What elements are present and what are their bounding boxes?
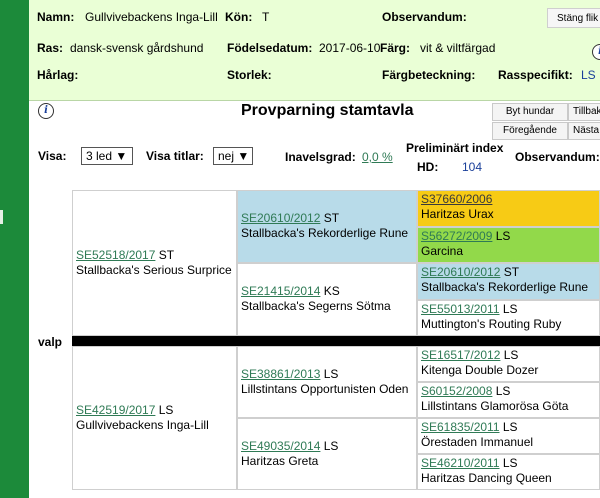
- breed-specific-label: Rasspecifikt:: [498, 68, 573, 82]
- g3-5-reg-link[interactable]: SE16517/2012: [421, 348, 500, 362]
- generations-select[interactable]: 3 led ▼: [81, 147, 133, 165]
- dam-reg-link[interactable]: SE42519/2017: [76, 403, 155, 417]
- previous-button[interactable]: Föregående: [492, 122, 568, 140]
- observandum-label: Observandum:: [382, 10, 467, 24]
- pedigree-gen3-5: SE16517/2012 LS Kitenga Double Dozer: [417, 346, 600, 382]
- g3-2-reg-link[interactable]: S56272/2009: [421, 229, 492, 243]
- breed-label: Ras:: [37, 41, 64, 55]
- pedigree-sire-sire: SE20610/2012 ST Stallbacka's Rekorderlig…: [237, 190, 417, 263]
- breed-value: dansk-svensk gårdshund: [70, 41, 204, 55]
- hd-label: HD:: [417, 160, 439, 174]
- help-info-icon[interactable]: i: [38, 103, 54, 119]
- close-tab-button[interactable]: Stäng flik: [547, 8, 600, 28]
- dd-title: LS: [320, 439, 339, 453]
- g3-2-title: LS: [492, 229, 511, 243]
- dd-name: Haritzas Greta: [241, 454, 319, 468]
- pedigree-dam-dam: SE49035/2014 LS Haritzas Greta: [237, 418, 417, 490]
- visa-label: Visa:: [38, 149, 67, 163]
- subject-label: valp: [38, 335, 63, 349]
- g3-8-reg-link[interactable]: SE46210/2011: [421, 456, 500, 470]
- page-title: Provparning stamtavla: [241, 102, 414, 119]
- g3-1-reg-link[interactable]: S37660/2006: [421, 192, 492, 206]
- g3-4-name: Muttington's Routing Ruby: [421, 317, 562, 331]
- name-value: Gullvivebackens Inga-Lill: [85, 10, 218, 24]
- sd-name: Stallbacka's Segerns Sötma: [241, 299, 391, 313]
- pedigree-sire: SE52518/2017 ST Stallbacka's Serious Sur…: [72, 190, 237, 336]
- info-icon[interactable]: i: [592, 44, 600, 60]
- birth-value: 2017-06-10: [319, 41, 381, 55]
- pedigree-gen3-8: SE46210/2011 LS Haritzas Dancing Queen: [417, 454, 600, 490]
- pedigree-gen3-3: SE20610/2012 ST Stallbacka's Rekorderlig…: [417, 263, 600, 300]
- g3-6-reg-link[interactable]: S60152/2008: [421, 384, 492, 398]
- pedigree-dam: SE42519/2017 LS Gullvivebackens Inga-Lil…: [72, 346, 237, 490]
- ds-title: LS: [320, 367, 339, 381]
- g3-1-name: Haritzas Urax: [421, 207, 494, 221]
- size-label: Storlek:: [227, 68, 272, 82]
- g3-8-title: LS: [499, 456, 518, 470]
- observandum-label-2: Observandum:: [515, 150, 600, 164]
- g3-3-reg-link[interactable]: SE20610/2012: [421, 265, 500, 279]
- ds-name: Lillstintans Opportunisten Oden: [241, 382, 409, 396]
- ss-reg-link[interactable]: SE20610/2012: [241, 211, 320, 225]
- ss-title: ST: [320, 211, 340, 225]
- pedigree-gen3-2: S56272/2009 LS Garcina: [417, 227, 600, 263]
- sidebar-marker: [0, 210, 3, 224]
- g3-8-name: Haritzas Dancing Queen: [421, 471, 552, 485]
- g3-6-title: LS: [492, 384, 511, 398]
- g3-6-name: Lillstintans Glamorösa Göta: [421, 399, 569, 413]
- inbreeding-link[interactable]: 0,0 %: [362, 150, 393, 164]
- show-titles-select[interactable]: nej ▼: [213, 147, 253, 165]
- pedigree-gen3-6: S60152/2008 LS Lillstintans Glamorösa Gö…: [417, 382, 600, 418]
- hd-value: 104: [462, 160, 483, 174]
- g3-3-title: ST: [500, 265, 520, 279]
- sire-title: ST: [155, 248, 175, 262]
- sire-reg-link[interactable]: SE52518/2017: [76, 248, 155, 262]
- dog-info-panel: Namn: Gullvivebackens Inga-Lill Kön: T O…: [29, 0, 600, 101]
- ds-reg-link[interactable]: SE38861/2013: [241, 367, 320, 381]
- breed-specific-value: LS: [581, 68, 596, 82]
- show-titles-label: Visa titlar:: [146, 149, 204, 163]
- dam-title: LS: [155, 403, 174, 417]
- pedigree-dam-sire: SE38861/2013 LS Lillstintans Opportunist…: [237, 346, 417, 418]
- inbreeding-label: Inavelsgrad:: [285, 150, 356, 164]
- g3-5-title: LS: [500, 348, 519, 362]
- next-button[interactable]: Nästa: [568, 122, 600, 140]
- g3-5-name: Kitenga Double Dozer: [421, 363, 539, 377]
- g3-7-reg-link[interactable]: SE61835/2011: [421, 420, 500, 434]
- pedigree-gen3-4: SE55013/2011 LS Muttington's Routing Rub…: [417, 300, 600, 336]
- change-dogs-button[interactable]: Byt hundar: [492, 103, 568, 121]
- birth-label: Födelsedatum:: [227, 41, 313, 55]
- pedigree-gen3-7: SE61835/2011 LS Örestaden Immanuel: [417, 418, 600, 454]
- pedigree-sire-dam: SE21415/2014 KS Stallbacka's Segerns Söt…: [237, 263, 417, 336]
- name-label: Namn:: [37, 10, 75, 24]
- dd-reg-link[interactable]: SE49035/2014: [241, 439, 320, 453]
- color-value: vit & viltfärgad: [420, 41, 496, 55]
- ss-name: Stallbacka's Rekorderlige Rune: [241, 226, 409, 240]
- dam-name: Gullvivebackens Inga-Lill: [76, 418, 209, 432]
- sire-name: Stallbacka's Serious Surprice: [76, 263, 232, 277]
- g3-4-reg-link[interactable]: SE55013/2011: [421, 302, 500, 316]
- sex-label: Kön:: [225, 10, 253, 24]
- sex-value: T: [262, 10, 270, 24]
- g3-7-title: LS: [499, 420, 518, 434]
- pedigree-gen3-1: S37660/2006 Haritzas Urax: [417, 190, 600, 227]
- sd-reg-link[interactable]: SE21415/2014: [241, 284, 320, 298]
- sd-title: KS: [320, 284, 340, 298]
- g3-2-name: Garcina: [421, 244, 464, 258]
- left-sidebar-strip: [0, 0, 29, 498]
- color-label: Färg:: [380, 41, 410, 55]
- g3-3-name: Stallbacka's Rekorderlige Rune: [421, 280, 589, 294]
- preliminary-index-label: Preliminärt index: [406, 141, 504, 155]
- color-desc-label: Färgbeteckning:: [382, 68, 476, 82]
- back-button[interactable]: Tillbaka: [568, 103, 600, 121]
- pedigree-divider: [72, 336, 600, 346]
- coat-label: Hårlag:: [37, 68, 79, 82]
- g3-4-title: LS: [499, 302, 518, 316]
- g3-7-name: Örestaden Immanuel: [421, 435, 534, 449]
